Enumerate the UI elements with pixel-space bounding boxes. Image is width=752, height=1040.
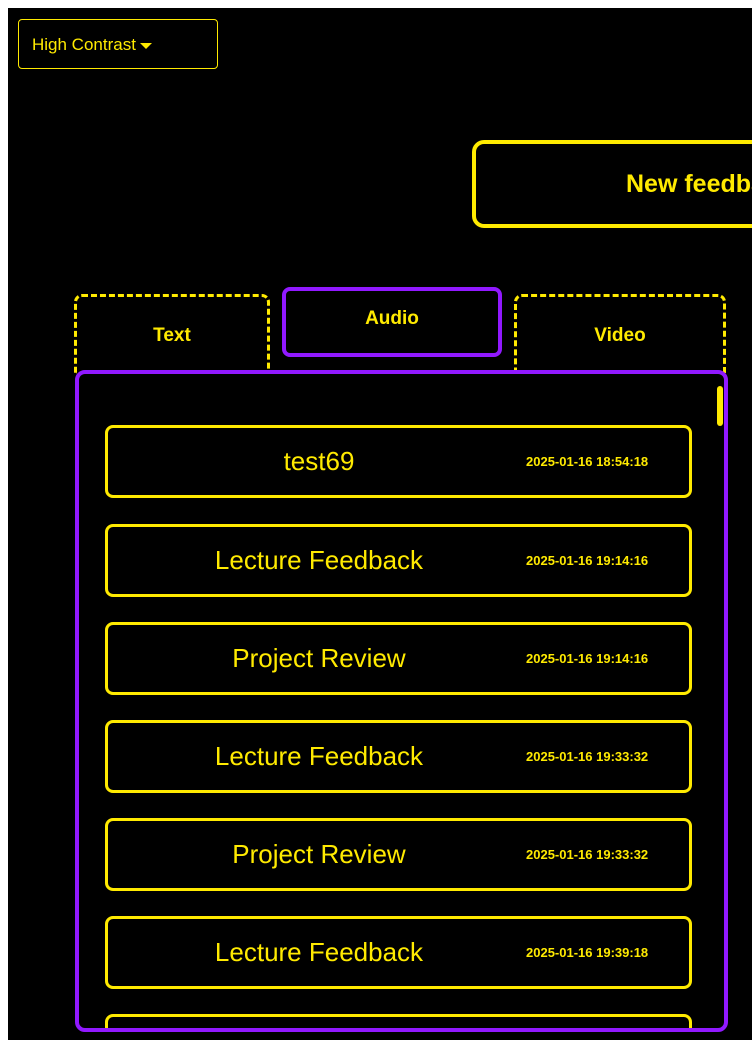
feedback-timestamp: 2025-01-16 19:33:32 — [526, 749, 649, 764]
feedback-list-item[interactable]: Project Review 2025-01-16 19:14:16 — [105, 622, 692, 695]
feedback-timestamp: 2025-01-16 19:14:16 — [526, 651, 649, 666]
theme-dropdown-label: High Contrast — [32, 35, 136, 54]
feedback-list-item[interactable]: test69 2025-01-16 18:54:18 — [105, 425, 692, 498]
feedback-timestamp: 2025-01-16 19:39:18 — [526, 945, 649, 960]
theme-dropdown[interactable]: High Contrast — [18, 19, 218, 69]
feedback-timestamp: 2025-01-16 18:54:18 — [526, 454, 649, 469]
feedback-list-panel: test69 2025-01-16 18:54:18 Lecture Feedb… — [75, 370, 728, 1032]
feedback-list-item[interactable]: Lecture Feedback 2025-01-16 19:14:16 — [105, 524, 692, 597]
feedback-timestamp: 2025-01-16 19:33:32 — [526, 847, 649, 862]
feedback-title: Lecture Feedback — [214, 937, 424, 967]
feedback-list-item[interactable]: Lecture Feedback 2025-01-16 19:39:18 — [105, 916, 692, 989]
feedback-title: Project Review — [232, 643, 406, 673]
feedback-title: Project Review — [232, 839, 406, 869]
feedback-list-item[interactable]: Project Review 2025-01-16 19:33:32 — [105, 818, 692, 891]
feedback-timestamp: 2025-01-16 19:14:16 — [526, 553, 649, 568]
feedback-list-item[interactable]: Lecture Feedback 2025-01-16 19:33:32 — [105, 720, 692, 793]
tab-video[interactable]: Video — [514, 294, 726, 374]
tab-text[interactable]: Text — [74, 294, 270, 374]
new-feedback-button[interactable]: New feedback — [472, 140, 752, 228]
tab-audio[interactable]: Audio — [282, 287, 502, 357]
new-feedback-label: New feedback — [626, 170, 752, 198]
tab-audio-label: Audio — [365, 308, 419, 329]
feedback-title: Lecture Feedback — [214, 741, 424, 771]
caret-down-icon — [139, 42, 152, 49]
feedback-title: test69 — [283, 446, 355, 476]
feedback-title: Lecture Feedback — [214, 545, 424, 575]
scrollbar-thumb[interactable] — [717, 386, 723, 426]
feedback-list-item-partial[interactable] — [105, 1014, 692, 1028]
tab-video-label: Video — [594, 325, 646, 346]
tab-text-label: Text — [153, 325, 191, 346]
app-screen: High Contrast New feedback Text Audio Vi… — [8, 8, 752, 1040]
